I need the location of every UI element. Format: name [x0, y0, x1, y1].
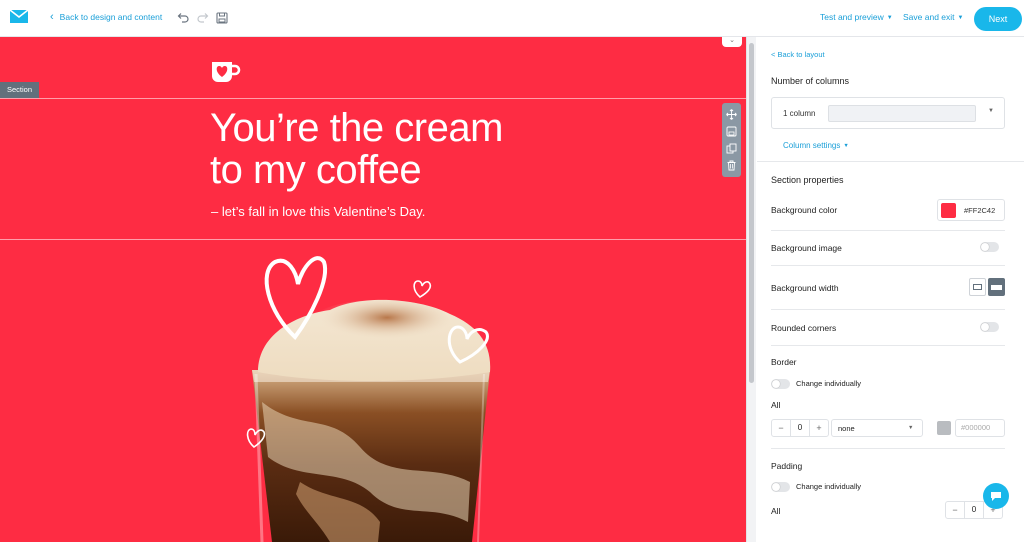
duplicate-icon[interactable]	[726, 143, 737, 154]
email-canvas[interactable]: ⌄ Section You’re the cream to my coffee …	[0, 37, 746, 542]
headline-line-1: You’re the cream	[210, 106, 503, 150]
decrement-button[interactable]: −	[772, 423, 790, 433]
padding-change-individually-toggle[interactable]	[771, 482, 790, 492]
headline[interactable]: You’re the cream to my coffee	[210, 107, 630, 191]
panel-divider	[757, 161, 1024, 162]
move-icon[interactable]	[726, 109, 737, 120]
undo-icon[interactable]	[176, 11, 190, 25]
columns-select[interactable]: 1 column ▼	[771, 97, 1005, 129]
background-width-label: Background width	[771, 283, 839, 293]
coffee-glass-image	[246, 256, 491, 542]
border-style-value: none	[838, 424, 855, 433]
column-layout-preview	[828, 105, 976, 122]
padding-value[interactable]: 0	[964, 502, 984, 518]
test-and-preview-label: Test and preview	[820, 12, 884, 22]
section-tag[interactable]: Section	[0, 82, 40, 98]
delete-icon[interactable]	[726, 160, 737, 171]
border-color-swatch[interactable]	[937, 421, 951, 435]
section-toolbar	[722, 103, 741, 177]
border-color-input[interactable]: #000000	[955, 419, 1005, 437]
canvas-scrollbar[interactable]	[746, 37, 756, 542]
caret-down-icon: ▼	[886, 15, 893, 21]
border-change-individually-label: Change individually	[796, 379, 862, 388]
chat-button[interactable]	[983, 483, 1009, 509]
width-content-option[interactable]	[969, 278, 986, 296]
test-and-preview-menu[interactable]: Test and preview ▼	[820, 12, 893, 22]
save-icon[interactable]	[215, 11, 229, 25]
top-toolbar: ‹ Back to design and content Test and pr…	[0, 0, 1024, 37]
decrement-button[interactable]: −	[946, 505, 964, 515]
padding-change-individually-label: Change individually	[796, 482, 862, 491]
column-settings-label: Column settings	[783, 141, 841, 150]
border-heading: Border	[771, 357, 797, 367]
save-and-exit-label: Save and exit	[903, 12, 955, 22]
background-width-options	[969, 278, 1005, 296]
background-color-value: #FF2C42	[964, 206, 996, 215]
background-color-label: Background color	[771, 205, 838, 215]
column-settings-toggle[interactable]: Column settings ▼	[783, 141, 849, 150]
row-divider	[771, 309, 1005, 310]
border-all-label: All	[771, 400, 781, 410]
rounded-corners-label: Rounded corners	[771, 323, 837, 333]
columns-value: 1 column	[783, 109, 816, 118]
properties-panel: < Back to layout Number of columns 1 col…	[757, 37, 1024, 542]
number-of-columns-heading: Number of columns	[771, 76, 850, 86]
background-color-picker[interactable]: #FF2C42	[937, 199, 1005, 221]
caret-down-icon: ▼	[908, 425, 914, 431]
row-divider	[771, 345, 1005, 346]
section-properties-heading: Section properties	[771, 175, 844, 185]
row-divider	[771, 448, 1005, 449]
save-and-exit-menu[interactable]: Save and exit ▼	[903, 12, 963, 22]
save-block-icon[interactable]	[726, 126, 737, 137]
padding-heading: Padding	[771, 461, 803, 471]
section-top-border	[0, 98, 746, 99]
row-divider	[771, 265, 1005, 266]
back-to-design-label: Back to design and content	[59, 12, 163, 22]
border-width-stepper[interactable]: − 0 +	[771, 419, 829, 437]
caret-down-icon: ▼	[843, 143, 849, 149]
caret-down-icon: ▼	[988, 108, 994, 114]
border-width-value[interactable]: 0	[790, 420, 810, 436]
canvas-scrollbar-thumb[interactable]	[749, 43, 754, 383]
background-image-toggle[interactable]	[980, 242, 999, 252]
background-color-swatch[interactable]	[941, 203, 956, 218]
caret-down-icon: ▼	[957, 15, 964, 21]
headline-line-2: to my coffee	[210, 148, 422, 192]
chevron-left-icon: ‹	[50, 11, 54, 23]
increment-button[interactable]: +	[810, 423, 828, 433]
heart-mug-icon	[212, 62, 241, 82]
chat-icon	[991, 491, 1001, 501]
width-full-option[interactable]	[988, 278, 1005, 296]
collapse-toggle[interactable]: ⌄	[722, 37, 742, 47]
row-divider	[771, 230, 1005, 231]
back-to-layout-link[interactable]: < Back to layout	[771, 50, 825, 59]
background-image-label: Background image	[771, 243, 842, 253]
envelope-logo-icon[interactable]	[10, 10, 28, 23]
back-to-design-link[interactable]: ‹ Back to design and content	[50, 11, 163, 23]
padding-all-label: All	[771, 506, 781, 516]
border-change-individually-toggle[interactable]	[771, 379, 790, 389]
rounded-corners-toggle[interactable]	[980, 322, 999, 332]
border-style-select[interactable]: none ▼	[831, 419, 923, 437]
redo-icon[interactable]	[196, 11, 210, 25]
next-button[interactable]: Next	[974, 7, 1022, 31]
subheadline[interactable]: – let’s fall in love this Valentine’s Da…	[211, 204, 425, 219]
